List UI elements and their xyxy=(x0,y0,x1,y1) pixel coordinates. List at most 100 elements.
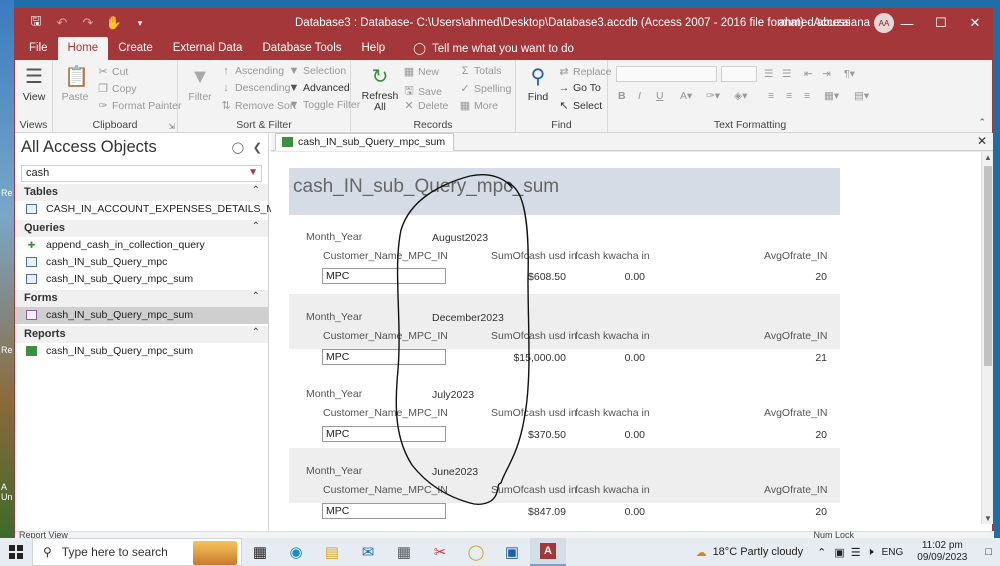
redo-icon[interactable]: ↷ xyxy=(77,12,99,34)
show-hidden-icons-icon[interactable]: ⌃ xyxy=(817,546,834,559)
close-icon[interactable]: ✕ xyxy=(958,9,992,37)
nav-item-report[interactable]: cash_IN_sub_Query_mpc_sum xyxy=(15,343,268,360)
user-name[interactable]: ahmed abuzaiana xyxy=(779,17,870,29)
weather-icon[interactable]: ☁ xyxy=(696,546,713,559)
tab-create[interactable]: Create xyxy=(108,37,163,60)
remote-desktop-icon[interactable]: ▣ xyxy=(494,538,530,566)
taskbar-search-box[interactable]: ⚲ Type here to search xyxy=(32,538,242,566)
view-button[interactable]: ☰ View xyxy=(16,63,52,103)
notifications-icon[interactable]: □ xyxy=(977,546,1000,558)
clear-filter-icon[interactable]: ▼ xyxy=(248,167,258,178)
document-tab[interactable]: cash_IN_sub_Query_mpc_sum xyxy=(275,133,455,151)
language-indicator[interactable]: ENG xyxy=(882,547,908,558)
delete-record-button[interactable]: ✕ Delete xyxy=(403,99,448,113)
tab-database-tools[interactable]: Database Tools xyxy=(252,37,351,60)
refresh-all-button[interactable]: ↻ Refresh All xyxy=(361,63,399,113)
nav-item-query[interactable]: cash_IN_sub_Query_mpc xyxy=(15,254,268,271)
nav-section-tables[interactable]: Tables ⌃ xyxy=(15,184,268,201)
customer-field[interactable]: MPC xyxy=(322,268,446,284)
save-icon[interactable]: 🖫 xyxy=(25,12,47,34)
totals-button[interactable]: Σ Totals xyxy=(459,65,502,77)
edge-browser-icon[interactable]: ◉ xyxy=(278,538,314,566)
nav-section-queries[interactable]: Queries ⌃ xyxy=(15,220,268,237)
vertical-scrollbar[interactable]: ▲ ▼ xyxy=(981,152,993,524)
find-button[interactable]: ⚲ Find xyxy=(521,63,555,103)
file-explorer-icon[interactable]: ▤ xyxy=(314,538,350,566)
goto-button[interactable]: → Go To xyxy=(558,82,601,94)
undo-icon[interactable]: ↶ xyxy=(51,12,73,34)
tab-external-data[interactable]: External Data xyxy=(163,37,253,60)
align-left-icon[interactable]: ≡ xyxy=(768,90,774,102)
touch-mode-icon[interactable]: ✋ xyxy=(103,12,125,34)
font-size-dropdown[interactable] xyxy=(721,66,757,82)
customer-field[interactable]: MPC xyxy=(322,349,446,365)
nav-item-form[interactable]: cash_IN_sub_Query_mpc_sum xyxy=(15,307,268,324)
spelling-button[interactable]: ✓ Spelling xyxy=(459,82,511,96)
access-app-icon[interactable]: A xyxy=(530,538,566,566)
copy-button[interactable]: ❐ Copy xyxy=(97,82,136,96)
descending-button[interactable]: ↓ Descending xyxy=(220,82,290,94)
chrome-icon[interactable]: ◯ xyxy=(458,538,494,566)
highlight-icon[interactable]: ✑▾ xyxy=(706,90,720,102)
tab-file[interactable]: File xyxy=(19,37,58,60)
paragraph-direction-icon[interactable]: ¶▾ xyxy=(844,68,855,80)
clock[interactable]: 11:02 pm 09/09/2023 xyxy=(907,540,977,564)
shutter-bar-icon[interactable]: ❮ xyxy=(253,141,262,154)
more-button[interactable]: ▦ More xyxy=(459,99,498,113)
underline-icon[interactable]: U xyxy=(656,90,664,102)
outdent-icon[interactable]: ⇥ xyxy=(822,68,831,80)
task-view-icon[interactable]: ▦ xyxy=(242,538,278,566)
customer-field[interactable]: MPC xyxy=(322,426,446,442)
indent-icon[interactable]: ⇤ xyxy=(804,68,813,80)
volume-icon[interactable]: 🕨 xyxy=(867,546,882,559)
align-center-icon[interactable]: ≡ xyxy=(786,90,792,102)
maximize-icon[interactable]: ☐ xyxy=(924,9,958,37)
nav-section-forms[interactable]: Forms ⌃ xyxy=(15,290,268,307)
advanced-button[interactable]: ▼ Advanced xyxy=(288,82,350,94)
customer-field[interactable]: MPC xyxy=(322,503,446,519)
ascending-button[interactable]: ↑ Ascending xyxy=(220,65,284,77)
nav-item-query[interactable]: ✚ append_cash_in_collection_query xyxy=(15,237,268,254)
fill-color-icon[interactable]: ◈▾ xyxy=(734,90,747,102)
nav-menu-icon[interactable]: ◯ xyxy=(232,141,244,154)
nav-item-table[interactable]: CASH_IN_ACCOUNT_EXPENSES_DETAILS_MPC xyxy=(15,201,290,218)
cut-button[interactable]: ✂ Cut xyxy=(97,65,128,79)
remove-sort-button[interactable]: ⇅ Remove Sort xyxy=(220,99,296,113)
bullets-icon[interactable]: ☰ xyxy=(764,68,773,80)
nav-search-input[interactable]: cash ▼ xyxy=(21,165,262,182)
nav-section-reports[interactable]: Reports ⌃ xyxy=(15,326,268,343)
tab-home[interactable]: Home xyxy=(57,37,109,60)
replace-button[interactable]: ⇄ Replace xyxy=(558,65,611,79)
selection-button[interactable]: ▼ Selection xyxy=(288,65,347,77)
numbering-icon[interactable]: ☰ xyxy=(782,68,791,80)
bold-icon[interactable]: B xyxy=(618,90,626,102)
windows-start-icon[interactable] xyxy=(0,538,32,566)
filter-button[interactable]: ▼ Filter xyxy=(182,63,218,103)
font-color-icon[interactable]: A▾ xyxy=(680,90,692,102)
font-name-dropdown[interactable] xyxy=(616,66,717,82)
new-record-button[interactable]: ▦ New xyxy=(403,65,439,79)
alternate-row-color-icon[interactable]: ▤▾ xyxy=(854,90,869,102)
select-button[interactable]: ↖ Select xyxy=(558,99,602,113)
gridlines-icon[interactable]: ▦▾ xyxy=(824,90,839,102)
italic-icon[interactable]: I xyxy=(638,90,641,102)
format-painter-button[interactable]: ✑ Format Painter xyxy=(97,99,181,113)
collapse-ribbon-icon[interactable]: ⌃ xyxy=(978,117,986,128)
snipping-tool-icon[interactable]: ✂ xyxy=(422,538,458,566)
nav-pane-header[interactable]: All Access Objects ◯ ❮ xyxy=(15,133,268,163)
paste-button[interactable]: 📋 Paste xyxy=(57,63,93,103)
tab-help[interactable]: Help xyxy=(352,37,396,60)
scroll-down-icon[interactable]: ▼ xyxy=(982,514,993,523)
wifi-icon[interactable]: ☰ xyxy=(851,546,867,559)
calculator-icon[interactable]: ▦ xyxy=(386,538,422,566)
customize-qat-icon[interactable]: ▾ xyxy=(129,12,151,34)
scroll-up-icon[interactable]: ▲ xyxy=(982,153,993,162)
tell-me-box[interactable]: ◯ Tell me what you want to do xyxy=(395,38,574,60)
minimize-icon[interactable]: — xyxy=(890,9,924,37)
mail-icon[interactable]: ✉ xyxy=(350,538,386,566)
close-document-icon[interactable]: ✕ xyxy=(977,134,987,148)
dialog-launcher-icon[interactable]: ⇲ xyxy=(168,122,175,131)
weather-text[interactable]: 18°C Partly cloudy xyxy=(713,546,818,558)
toggle-filter-button[interactable]: ▼ Toggle Filter xyxy=(288,99,361,111)
scroll-thumb[interactable] xyxy=(984,166,992,366)
